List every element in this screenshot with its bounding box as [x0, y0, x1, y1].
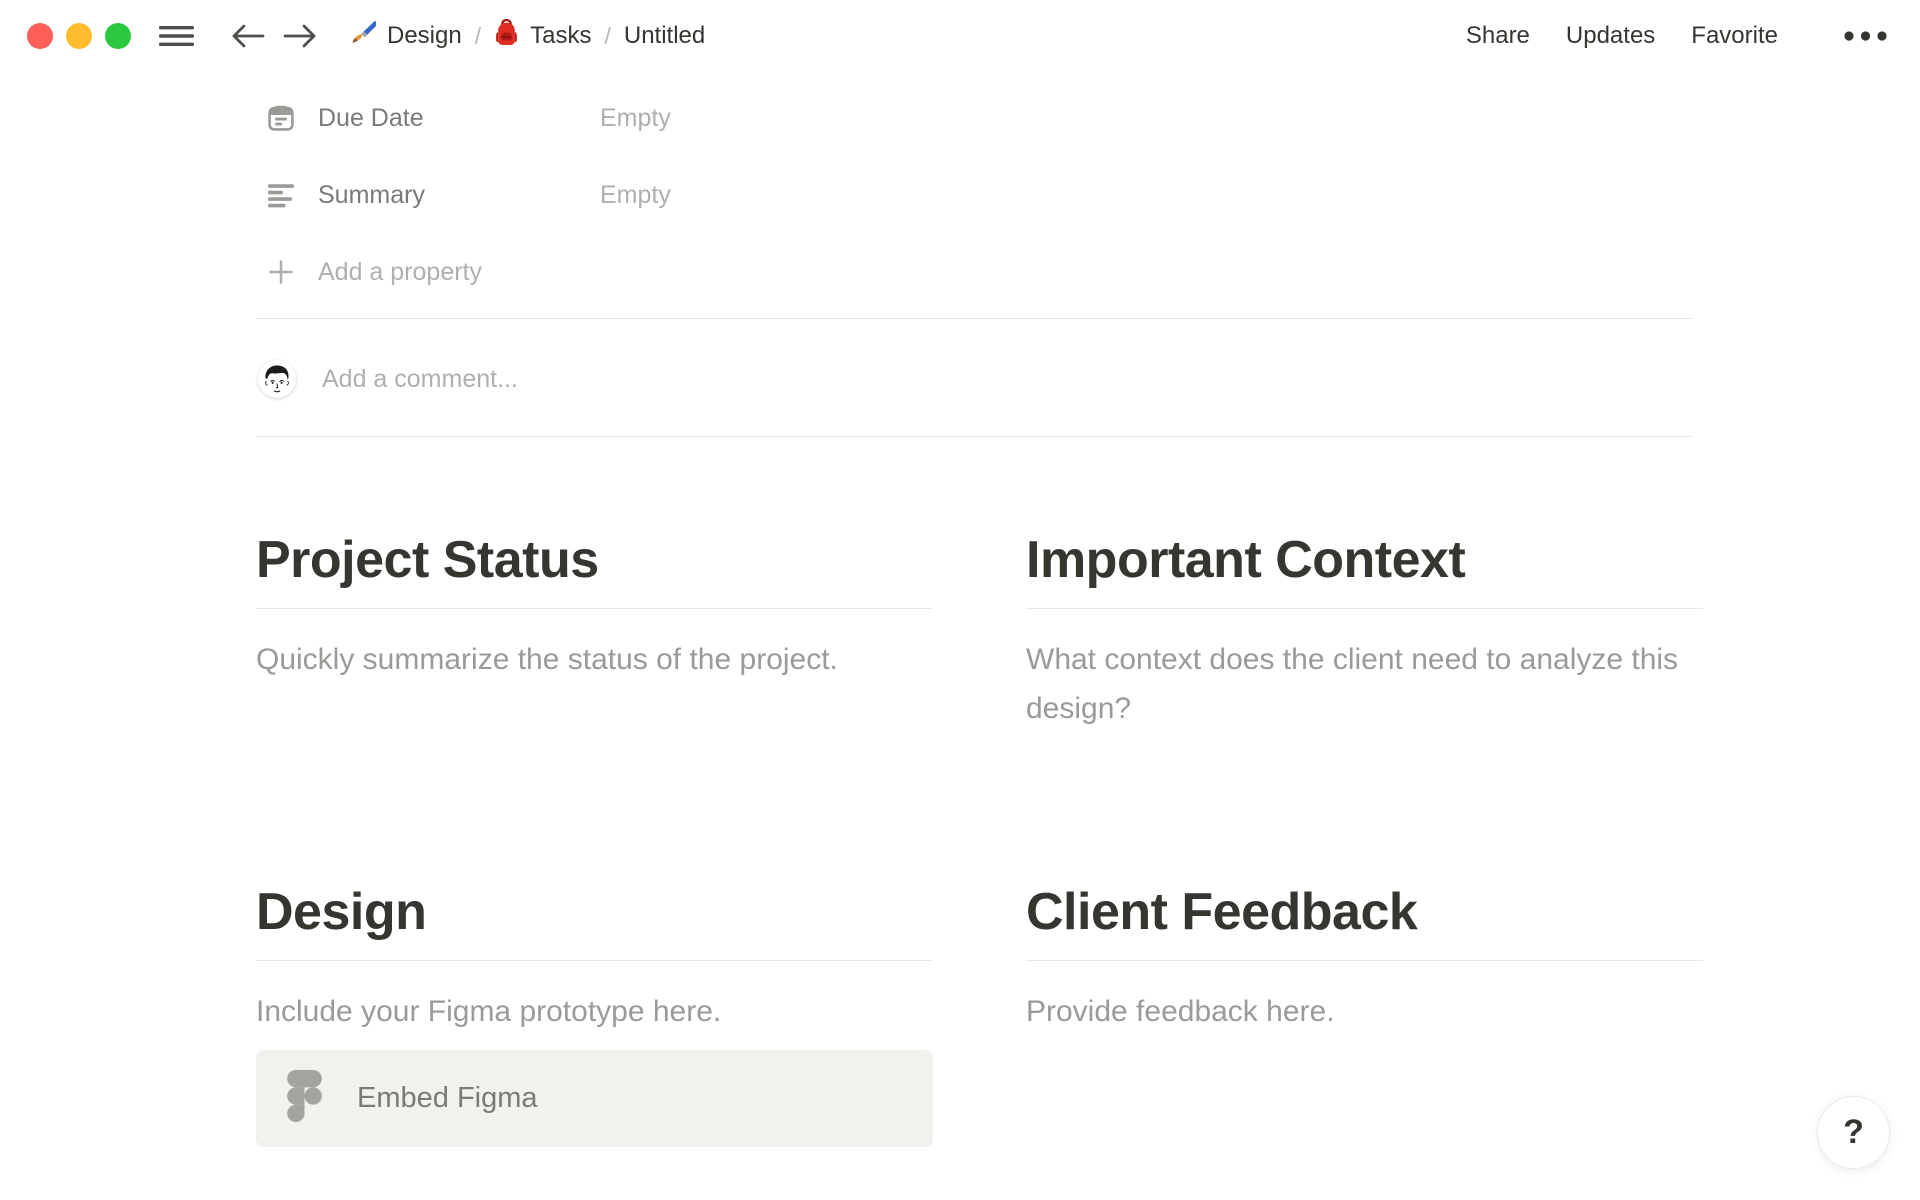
- sidebar-menu-icon[interactable]: [159, 23, 195, 49]
- property-label[interactable]: Due Date: [318, 104, 600, 133]
- updates-button[interactable]: Updates: [1566, 22, 1655, 50]
- window-controls: [27, 23, 131, 49]
- figma-icon: [287, 1070, 322, 1127]
- plus-icon: [268, 259, 294, 285]
- favorite-button[interactable]: Favorite: [1691, 22, 1778, 50]
- user-avatar: [258, 360, 296, 398]
- close-window-button[interactable]: [27, 23, 53, 49]
- property-label[interactable]: Summary: [318, 181, 600, 210]
- section-heading[interactable]: Project Status: [256, 528, 933, 592]
- section-body-text[interactable]: Include your Figma prototype here.: [256, 987, 933, 1036]
- share-button[interactable]: Share: [1466, 22, 1530, 50]
- more-options-icon[interactable]: [1844, 31, 1887, 41]
- breadcrumb-label: Tasks: [530, 22, 592, 49]
- divider: [256, 436, 1692, 437]
- section-divider: [256, 960, 933, 961]
- breadcrumb-label: Design: [387, 22, 462, 49]
- paintbrush-icon: [349, 19, 378, 53]
- divider: [256, 318, 1692, 319]
- breadcrumb-item-untitled[interactable]: Untitled: [624, 22, 705, 50]
- breadcrumb-separator: /: [474, 22, 482, 49]
- topbar-actions: Share Updates Favorite: [1466, 22, 1887, 50]
- calendar-icon: [268, 105, 294, 131]
- section-heading[interactable]: Important Context: [1026, 528, 1703, 592]
- add-comment-placeholder[interactable]: Add a comment...: [322, 365, 518, 394]
- section-body-text[interactable]: Provide feedback here.: [1026, 987, 1703, 1036]
- section-important-context: Important Context What context does the …: [1026, 528, 1703, 880]
- back-arrow-icon[interactable]: [231, 23, 265, 49]
- add-property-label: Add a property: [318, 257, 482, 286]
- breadcrumb-item-design[interactable]: Design: [349, 19, 462, 53]
- property-row-summary[interactable]: Summary Empty: [256, 172, 1692, 218]
- section-project-status: Project Status Quickly summarize the sta…: [256, 528, 933, 880]
- page-content-columns: Project Status Quickly summarize the sta…: [256, 528, 1703, 1147]
- notion-window: Design / Tasks / Untitled Share Updates …: [0, 0, 1920, 1200]
- property-row-due-date[interactable]: Due Date Empty: [256, 95, 1692, 141]
- section-client-feedback: Client Feedback Provide feedback here.: [1026, 880, 1703, 1147]
- embed-figma-button[interactable]: Embed Figma: [256, 1050, 933, 1147]
- breadcrumb: Design / Tasks / Untitled: [349, 18, 705, 53]
- breadcrumb-label: Untitled: [623, 22, 706, 49]
- embed-figma-label: Embed Figma: [357, 1082, 538, 1114]
- forward-arrow-icon[interactable]: [283, 23, 317, 49]
- section-divider: [1026, 608, 1703, 609]
- breadcrumb-separator: /: [604, 22, 611, 49]
- minimize-window-button[interactable]: [66, 23, 92, 49]
- backpack-icon: [494, 18, 519, 53]
- help-question-mark: ?: [1843, 1113, 1864, 1151]
- add-property-button[interactable]: Add a property: [256, 249, 1692, 295]
- section-body-text[interactable]: Quickly summarize the status of the proj…: [256, 635, 933, 684]
- help-button[interactable]: ?: [1817, 1096, 1890, 1169]
- section-divider: [1026, 960, 1703, 961]
- text-lines-icon: [268, 182, 294, 208]
- section-heading[interactable]: Design: [256, 880, 933, 944]
- property-value[interactable]: Empty: [600, 104, 671, 133]
- section-heading[interactable]: Client Feedback: [1026, 880, 1703, 944]
- add-comment-row[interactable]: Add a comment...: [258, 360, 518, 398]
- zoom-window-button[interactable]: [105, 23, 131, 49]
- topbar: Design / Tasks / Untitled Share Updates …: [0, 0, 1920, 72]
- page-properties: Due Date Empty Summary Empty Add a prope…: [256, 84, 1692, 295]
- section-divider: [256, 608, 933, 609]
- section-design: Design Include your Figma prototype here…: [256, 880, 933, 1147]
- property-value[interactable]: Empty: [600, 181, 671, 210]
- breadcrumb-item-tasks[interactable]: Tasks: [494, 18, 592, 53]
- section-body-text[interactable]: What context does the client need to ana…: [1026, 635, 1703, 733]
